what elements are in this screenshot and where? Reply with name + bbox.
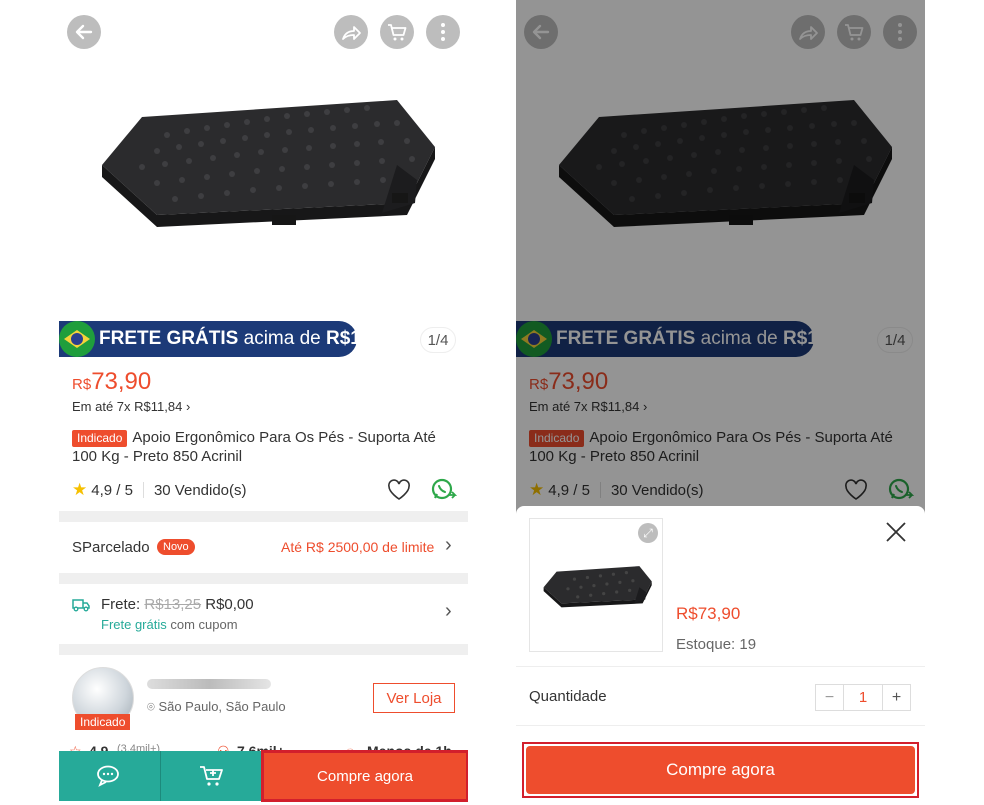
- more-vertical-icon: [441, 23, 445, 41]
- section-divider: [59, 573, 468, 584]
- image-page-indicator: 1/4: [420, 327, 456, 353]
- promo-amount: R$19: [326, 328, 372, 349]
- seller-indicado-badge: Indicado: [75, 714, 131, 730]
- product-image: [543, 566, 652, 608]
- increase-quantity-button[interactable]: +: [883, 685, 910, 710]
- free-shipping-text: Frete grátis: [101, 617, 167, 632]
- sparcelado-label: SParcelado: [72, 539, 150, 556]
- sheet-product-thumbnail[interactable]: ⤢: [529, 518, 663, 652]
- sold-count: 30 Vendido(s): [153, 481, 247, 499]
- installments-link[interactable]: Em até 7x R$11,84 ›: [72, 399, 190, 414]
- shipping-new-price: R$0,00: [205, 596, 254, 613]
- more-options-button[interactable]: [426, 15, 460, 49]
- product-gallery[interactable]: [59, 0, 468, 322]
- shipping-label: Frete:: [101, 596, 141, 613]
- decrease-quantity-button[interactable]: −: [816, 685, 843, 710]
- section-divider: [59, 511, 468, 522]
- sparcelado-row[interactable]: SParcelado Novo Até R$ 2500,00 de limite…: [59, 522, 468, 573]
- chat-bubbles-icon: [96, 765, 119, 787]
- share-icon: [342, 26, 361, 40]
- seller-location: São Paulo, São Paulo: [158, 699, 286, 714]
- free-shipping-banner: FRETE GRÁTIS acima de R$19: [59, 321, 371, 357]
- chat-button[interactable]: [59, 751, 160, 801]
- share-button[interactable]: [334, 15, 368, 49]
- rating-row: ★ 4,9 / 5 30 Vendido(s): [72, 478, 457, 502]
- add-to-cart-icon: [199, 766, 223, 786]
- quantity-input[interactable]: 1: [843, 685, 883, 710]
- quantity-label: Quantidade: [529, 688, 607, 705]
- expand-icon[interactable]: ⤢: [638, 523, 658, 543]
- sheet-price: R$73,90: [676, 604, 741, 623]
- add-to-cart-button[interactable]: [160, 751, 262, 801]
- buy-now-highlight: Compre agora: [522, 742, 919, 798]
- whatsapp-share-icon[interactable]: [431, 478, 457, 502]
- chevron-right-icon: ›: [445, 600, 452, 622]
- shopping-cart-icon: [388, 24, 407, 41]
- price-value: 73,90: [91, 368, 152, 395]
- cart-button[interactable]: [380, 15, 414, 49]
- stock-count: Estoque: 19: [676, 636, 757, 653]
- bottom-action-bar: Compre agora: [59, 750, 468, 802]
- delivery-truck-icon: [72, 599, 90, 612]
- promo-bold-text: FRETE GRÁTIS: [99, 328, 239, 349]
- installments-text: Em até 7x R$11,84: [72, 399, 183, 414]
- chevron-right-icon: ›: [445, 534, 452, 556]
- confirm-buy-now-button[interactable]: Compre agora: [526, 746, 915, 794]
- quantity-row: Quantidade − 1 +: [516, 666, 925, 726]
- product-image: [102, 100, 435, 227]
- rating-value: 4,9 / 5: [91, 481, 133, 499]
- visit-store-button[interactable]: Ver Loja: [373, 683, 455, 713]
- arrow-left-icon: [75, 24, 93, 40]
- shipping-row[interactable]: Frete: R$13,25 R$0,00 Frete grátis com c…: [59, 584, 468, 644]
- buy-now-sheet: ⤢ R$73,90 Estoque: 19 Quantidade − 1 + C…: [516, 506, 925, 805]
- credit-limit-text: Até R$ 2500,00 de limite: [281, 539, 435, 555]
- heart-icon[interactable]: [387, 479, 411, 501]
- brazil-flag-icon: [59, 321, 95, 357]
- section-divider: [59, 644, 468, 655]
- indicado-tag: Indicado: [72, 430, 128, 447]
- back-button[interactable]: [67, 15, 101, 49]
- close-icon[interactable]: [884, 520, 908, 544]
- promo-thin-text: acima de: [243, 328, 321, 349]
- quantity-stepper[interactable]: − 1 +: [815, 684, 911, 711]
- shipping-old-price: R$13,25: [144, 596, 202, 613]
- location-pin-icon: ⌾: [147, 699, 155, 714]
- new-badge: Novo: [157, 539, 195, 555]
- product-price: R$73,90: [72, 368, 151, 396]
- price-currency: R$: [72, 376, 92, 393]
- star-icon: ★: [72, 480, 88, 499]
- buy-now-button[interactable]: Compre agora: [261, 750, 468, 802]
- coupon-text: com cupom: [170, 617, 238, 632]
- product-screen-with-sheet: FRETE GRÁTIS acima de R$19 1/4 R$73,90 E…: [516, 0, 925, 805]
- seller-name-blurred: [147, 679, 271, 689]
- chevron-right-icon: ›: [185, 399, 191, 414]
- product-title: Indicado Apoio Ergonômico Para Os Pés - S…: [72, 428, 457, 466]
- product-screen: FRETE GRÁTIS acima de R$19 1/4 R$73,90 E…: [59, 0, 468, 805]
